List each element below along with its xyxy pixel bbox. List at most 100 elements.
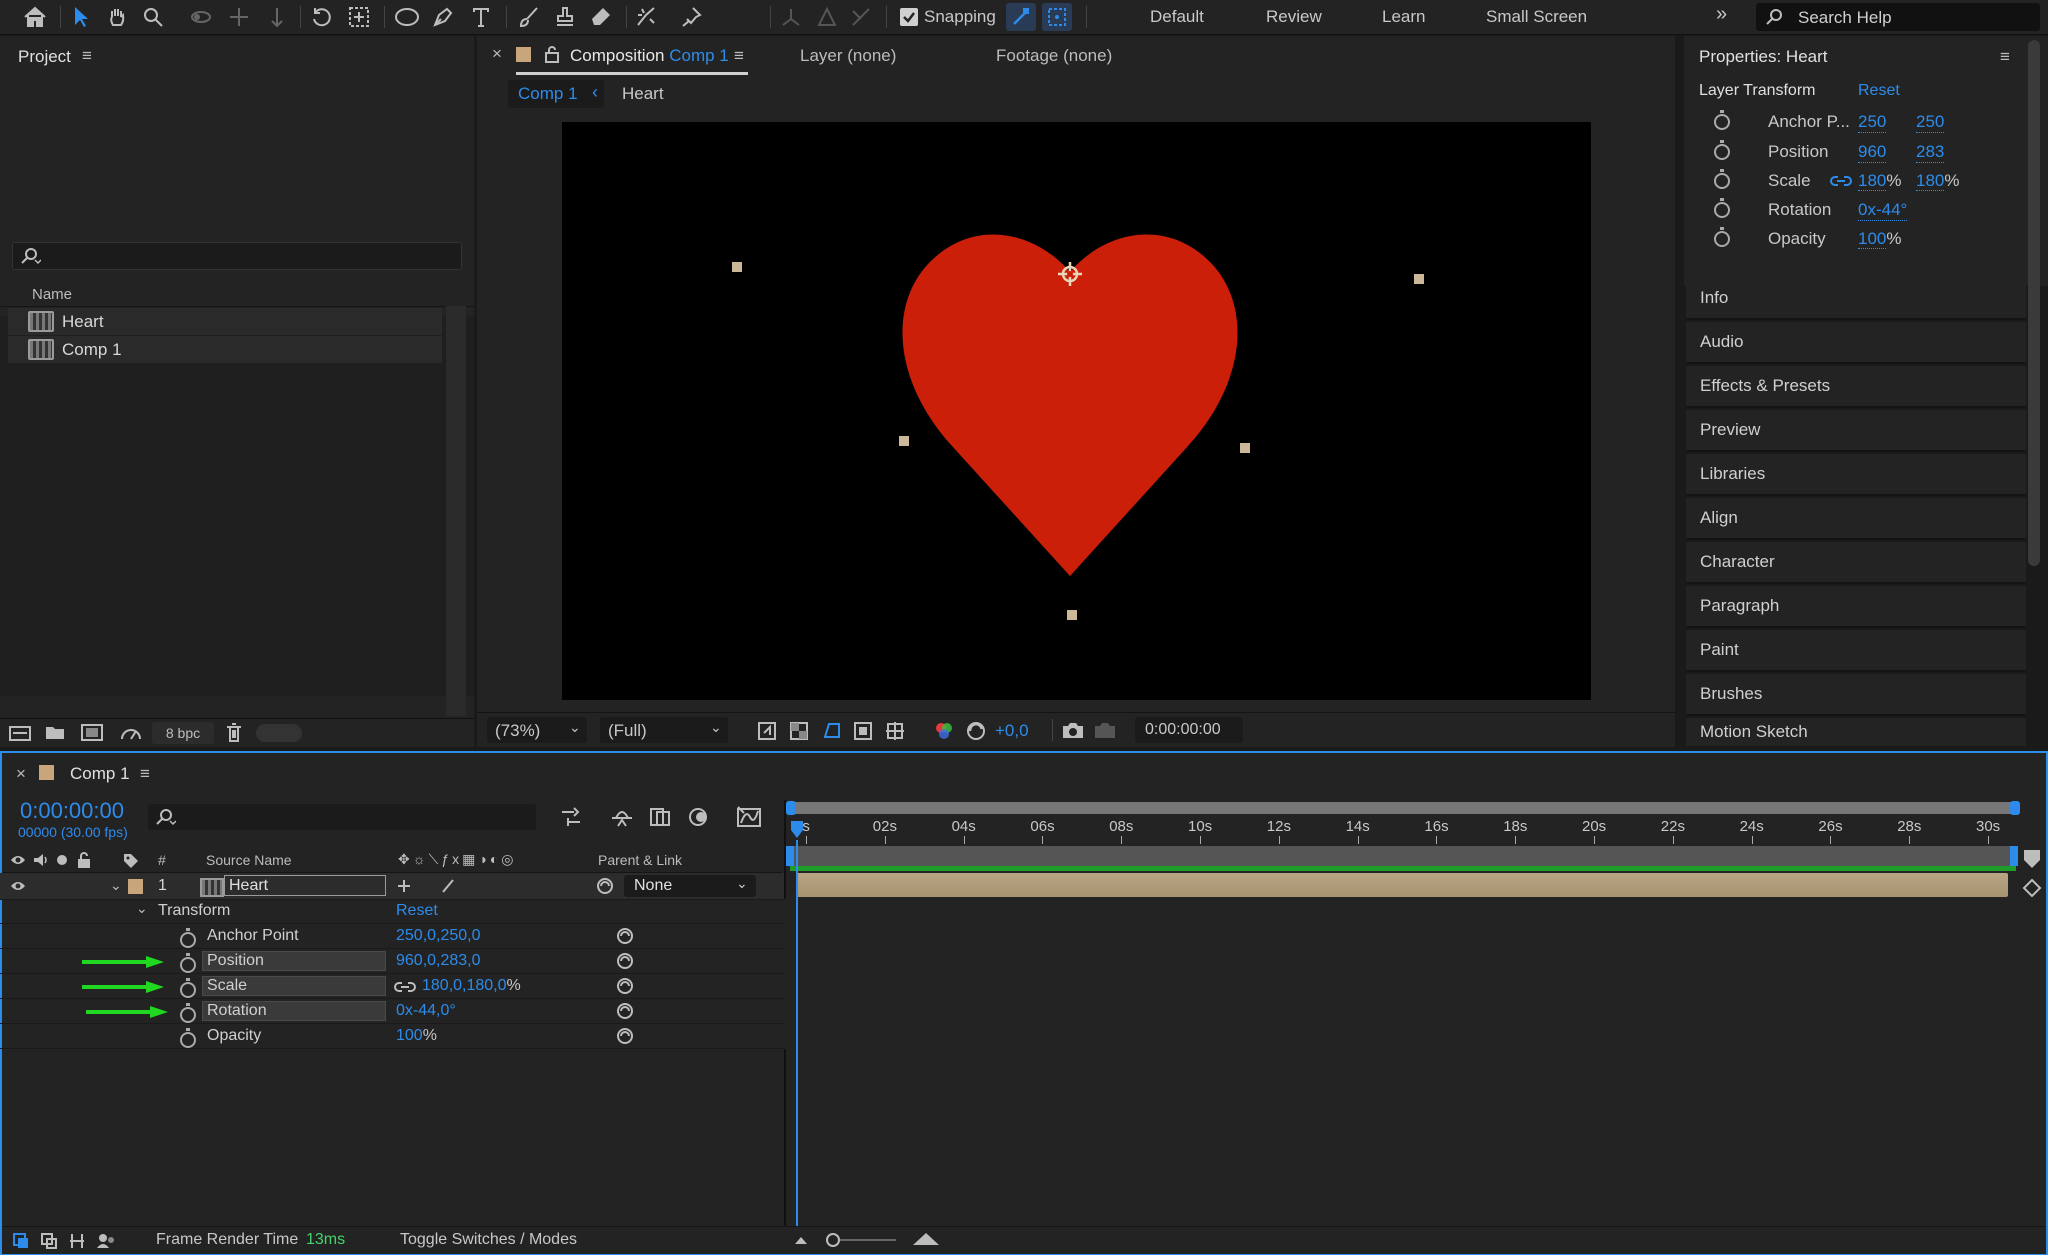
column-name-header[interactable]: Name xyxy=(32,286,72,303)
stopwatch-icon[interactable] xyxy=(180,978,196,998)
transform-handle-top-right[interactable] xyxy=(1414,274,1424,284)
project-search-input[interactable] xyxy=(12,242,462,270)
breadcrumb-layer[interactable]: Heart xyxy=(622,84,664,104)
stopwatch-icon[interactable] xyxy=(1714,140,1730,160)
layer-name-field[interactable]: Heart xyxy=(224,875,386,896)
snapping-toggle[interactable]: Snapping xyxy=(900,7,996,27)
search-help-field[interactable]: Search Help xyxy=(1756,3,2040,31)
pick-whip-icon[interactable] xyxy=(596,877,614,895)
axis-local-icon[interactable] xyxy=(776,3,806,31)
selection-tool-icon[interactable] xyxy=(66,3,96,31)
lock-icon[interactable] xyxy=(544,45,560,63)
panel-character[interactable]: Character xyxy=(1686,542,2026,584)
parent-dropdown[interactable]: None ⌄ xyxy=(624,875,756,897)
panel-effects-presets[interactable]: Effects & Presets xyxy=(1686,366,2026,408)
grid-guides-icon[interactable] xyxy=(885,721,905,741)
project-scrollbar[interactable] xyxy=(446,306,466,716)
trash-icon[interactable] xyxy=(224,722,244,744)
ellipse-tool-icon[interactable] xyxy=(392,3,422,31)
collapse-chevron-icon[interactable]: ⌄ xyxy=(110,877,122,894)
label-color-swatch[interactable] xyxy=(128,879,143,894)
stopwatch-icon[interactable] xyxy=(1714,110,1730,130)
prop-value[interactable]: 100 xyxy=(396,1027,423,1044)
panel-paint[interactable]: Paint xyxy=(1686,630,2026,672)
clone-stamp-icon[interactable] xyxy=(550,3,580,31)
layer-tab[interactable]: Layer (none) xyxy=(800,46,896,66)
solo-icon[interactable] xyxy=(56,854,68,866)
layer-row-heart[interactable]: ⌄ 1 Heart None ⌄ xyxy=(0,873,784,900)
prop-value-y[interactable]: 180 xyxy=(1916,171,1945,191)
pan-camera-icon[interactable] xyxy=(224,3,254,31)
stopwatch-icon[interactable] xyxy=(180,1003,196,1023)
timeline-search-input[interactable] xyxy=(148,804,536,830)
channel-icon[interactable] xyxy=(933,721,955,741)
prop-value[interactable]: 960,0,283,0 xyxy=(396,952,481,970)
stopwatch-icon[interactable] xyxy=(1714,198,1730,218)
prop-value-y[interactable]: 250 xyxy=(1916,112,1945,133)
mask-visibility-icon[interactable] xyxy=(821,721,841,741)
prop-value[interactable]: 0x-44,0° xyxy=(396,1002,456,1020)
properties-scrollbar[interactable] xyxy=(2028,40,2040,566)
layer-duration-bar[interactable] xyxy=(796,873,2008,897)
workspace-learn[interactable]: Learn xyxy=(1382,7,1425,27)
time-ruler[interactable]: 0s02s04s06s08s10s12s14s16s18s20s22s24s26… xyxy=(790,816,2016,846)
type-tool-icon[interactable] xyxy=(466,3,496,31)
transform-handle-bottom-left[interactable] xyxy=(899,436,909,446)
prop-value[interactable]: 0x-44° xyxy=(1858,200,1908,221)
home-icon[interactable] xyxy=(20,3,50,31)
transfer-controls-icon[interactable] xyxy=(40,1232,58,1250)
show-snapshot-icon[interactable] xyxy=(1093,720,1117,740)
workspace-small-screen[interactable]: Small Screen xyxy=(1486,7,1587,27)
rotate-tool-icon[interactable] xyxy=(306,3,336,31)
expression-pick-whip-icon[interactable] xyxy=(616,1027,634,1045)
workspace-overflow-icon[interactable]: » xyxy=(1716,3,1727,26)
prop-value[interactable]: 250,0,250,0 xyxy=(396,927,481,945)
graph-editor-icon[interactable] xyxy=(736,805,762,829)
label-tag-icon[interactable] xyxy=(122,852,140,868)
eye-icon[interactable] xyxy=(10,879,26,893)
region-of-interest-icon[interactable] xyxy=(853,721,873,741)
audio-icon[interactable] xyxy=(32,852,50,868)
new-folder-icon[interactable] xyxy=(44,723,66,741)
snap-features-icon[interactable] xyxy=(1042,3,1072,31)
panel-motion-sketch[interactable]: Motion Sketch xyxy=(1686,718,2026,746)
eraser-tool-icon[interactable] xyxy=(586,3,616,31)
zoom-out-icon[interactable] xyxy=(794,1234,808,1246)
layer-switches-pane-icon[interactable] xyxy=(12,1232,30,1250)
navigator-start-handle[interactable] xyxy=(786,801,796,815)
pen-tool-icon[interactable] xyxy=(428,3,458,31)
project-settings-icon[interactable] xyxy=(118,723,144,743)
stopwatch-icon[interactable] xyxy=(180,1028,196,1048)
axis-world-icon[interactable] xyxy=(812,3,842,31)
project-item-comp-1[interactable]: Comp 1 xyxy=(8,336,442,363)
anchor-point-icon[interactable] xyxy=(1055,259,1085,289)
current-time-indicator[interactable] xyxy=(796,840,798,1228)
thumbnail-toggle[interactable] xyxy=(256,724,302,742)
stopwatch-icon[interactable] xyxy=(180,928,196,948)
column-number-header[interactable]: # xyxy=(158,852,166,868)
in-out-pane-icon[interactable] xyxy=(68,1232,86,1250)
toggle-switches-modes-button[interactable]: Toggle Switches / Modes xyxy=(400,1231,577,1249)
expression-pick-whip-icon[interactable] xyxy=(616,952,634,970)
snapshot-camera-icon[interactable] xyxy=(1061,720,1085,740)
motion-blur-icon[interactable] xyxy=(686,806,710,828)
expression-pick-whip-icon[interactable] xyxy=(616,1002,634,1020)
constrain-proportions-icon[interactable] xyxy=(394,980,416,994)
render-time-pane-icon[interactable] xyxy=(96,1232,116,1250)
constrain-proportions-icon[interactable] xyxy=(1830,174,1852,188)
prop-value[interactable]: 100 xyxy=(1858,229,1887,249)
transform-handle-bottom-right[interactable] xyxy=(1240,443,1250,453)
work-area-bar[interactable] xyxy=(790,846,2016,866)
project-item-heart[interactable]: Heart xyxy=(8,308,442,335)
zoom-in-icon[interactable] xyxy=(912,1231,940,1247)
resolution-dropdown[interactable]: (Full) ⌄ xyxy=(600,717,728,743)
prop-value-x[interactable]: 180 xyxy=(1858,171,1887,191)
column-parent-link[interactable]: Parent & Link xyxy=(598,852,682,868)
prop-value[interactable]: 180,0,180,0 xyxy=(422,977,507,994)
close-tab-icon[interactable]: × xyxy=(16,764,26,784)
panel-menu-icon[interactable]: ≡ xyxy=(734,46,744,66)
expression-pick-whip-icon[interactable] xyxy=(616,977,634,995)
transform-handle-bottom[interactable] xyxy=(1067,610,1077,620)
workspace-default[interactable]: Default xyxy=(1150,7,1204,27)
time-navigator-bar[interactable] xyxy=(790,802,2016,814)
